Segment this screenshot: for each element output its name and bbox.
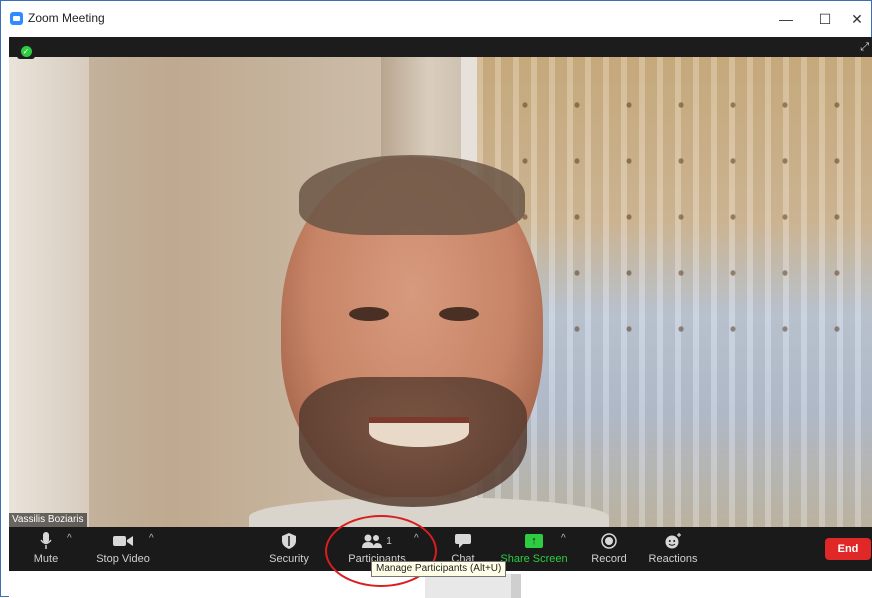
chat-bubble-icon xyxy=(455,529,471,553)
expand-icon[interactable]: ⤢ xyxy=(860,41,869,54)
check-icon: ✓ xyxy=(20,45,32,57)
video-options-caret[interactable]: ^ xyxy=(149,533,154,544)
share-options-caret[interactable]: ^ xyxy=(561,533,566,544)
smiley-icon xyxy=(664,529,682,553)
participant-name-tag: Vassilis Boziaris xyxy=(9,513,87,527)
zoom-icon xyxy=(10,12,23,25)
record-icon xyxy=(601,529,617,553)
share-screen-label: Share Screen xyxy=(500,553,568,565)
background-scrollbar xyxy=(425,574,521,598)
zoom-meeting-window: Zoom Meeting — ☐ ✕ ✓ ⤢ Vassilis Boziaris… xyxy=(0,0,872,598)
participant-eye-right xyxy=(439,307,479,321)
minimize-button[interactable]: — xyxy=(767,7,805,31)
share-screen-icon: ↑ xyxy=(525,529,543,553)
participant-eye-left xyxy=(349,307,389,321)
stop-video-label: Stop Video xyxy=(96,553,150,565)
mute-label: Mute xyxy=(33,553,59,565)
maximize-button[interactable]: ☐ xyxy=(806,7,844,31)
reactions-label: Reactions xyxy=(648,553,698,565)
video-camera-icon xyxy=(113,529,133,553)
encryption-shield-icon[interactable]: ✓ xyxy=(17,43,35,59)
window-title: Zoom Meeting xyxy=(28,11,105,25)
security-label: Security xyxy=(269,553,309,565)
security-button[interactable]: Security xyxy=(267,527,311,571)
reactions-button[interactable]: Reactions xyxy=(649,527,697,571)
microphone-icon xyxy=(40,529,52,553)
curtain-pattern xyxy=(499,77,872,377)
record-label: Record xyxy=(591,553,627,565)
mute-options-caret[interactable]: ^ xyxy=(67,533,72,544)
record-button[interactable]: Record xyxy=(591,527,627,571)
end-meeting-button[interactable]: End xyxy=(825,538,871,560)
participants-tooltip: Manage Participants (Alt+U) xyxy=(371,561,507,577)
participant-mouth xyxy=(369,417,469,447)
participant-hair xyxy=(299,155,525,235)
shield-icon xyxy=(282,529,296,553)
close-button[interactable]: ✕ xyxy=(843,7,871,31)
video-feed[interactable]: ✓ ⤢ Vassilis Boziaris xyxy=(9,37,872,527)
video-top-bar xyxy=(9,37,872,57)
stop-video-button[interactable]: Stop Video xyxy=(93,527,153,571)
mute-button[interactable]: Mute xyxy=(31,527,61,571)
video-background-wall-left xyxy=(9,57,89,527)
title-bar: Zoom Meeting — ☐ ✕ xyxy=(1,1,871,35)
share-screen-button[interactable]: ↑ Share Screen xyxy=(500,527,568,571)
